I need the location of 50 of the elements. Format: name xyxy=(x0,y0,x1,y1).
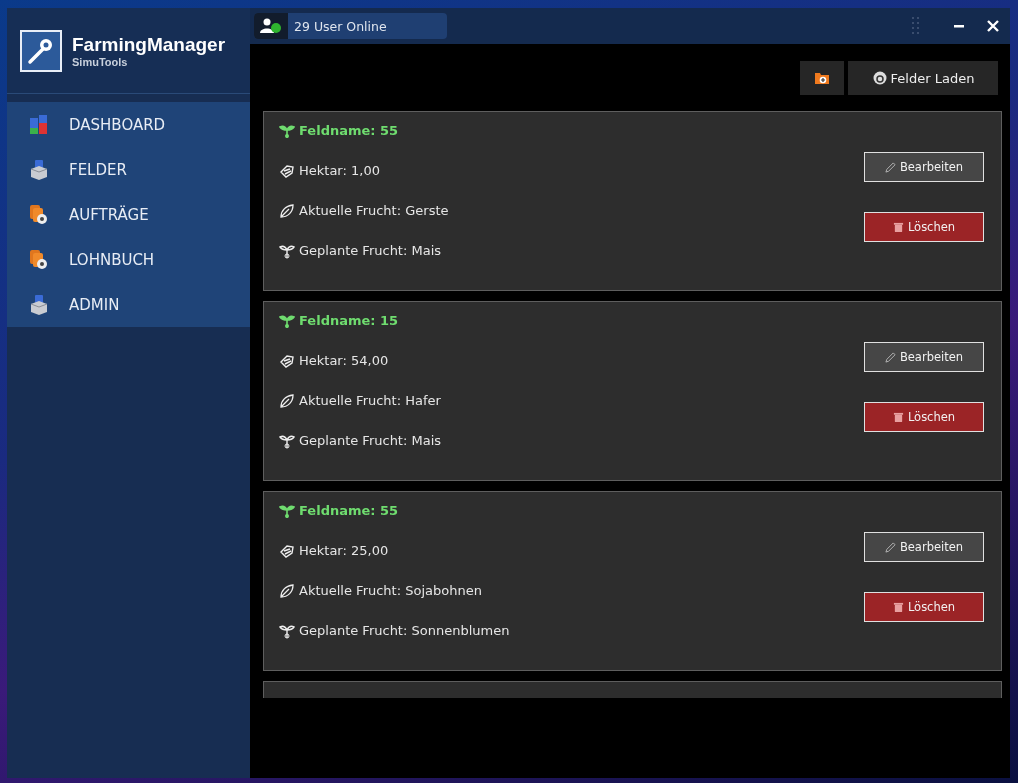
trash-icon xyxy=(892,601,904,613)
package-icon xyxy=(29,158,49,181)
delete-button[interactable]: Löschen xyxy=(864,402,984,432)
nav-item[interactable]: LOHNBUCH xyxy=(7,237,250,282)
trash-icon xyxy=(892,221,904,233)
pencil-icon xyxy=(884,351,896,363)
pencil-icon xyxy=(884,161,896,173)
pencil-icon xyxy=(884,541,896,553)
sprout-icon xyxy=(279,313,295,329)
field-detail: Aktuelle Frucht: Hafer xyxy=(299,393,441,408)
bar-chart-icon xyxy=(29,113,49,136)
online-users-badge: 29 User Online xyxy=(254,13,447,39)
add-folder-button[interactable] xyxy=(800,61,844,95)
sprout-icon xyxy=(279,123,295,139)
nav-item[interactable]: FELDER xyxy=(7,147,250,192)
wrench-gear-logo-icon xyxy=(20,29,62,72)
field-detail: Geplante Frucht: Sonnenblumen xyxy=(299,623,510,638)
edit-button[interactable]: Bearbeiten xyxy=(864,342,984,372)
folder-add-icon xyxy=(814,70,830,86)
field-detail: Geplante Frucht: Mais xyxy=(299,433,442,448)
nav-item[interactable]: AUFTRÄGE xyxy=(7,192,250,237)
edit-button[interactable]: Bearbeiten xyxy=(864,532,984,562)
field-detail: Aktuelle Frucht: Gerste xyxy=(299,203,449,218)
sprout-icon xyxy=(279,433,295,449)
field-detail: Hektar: 1,00 xyxy=(299,163,380,178)
document-stack-icon xyxy=(29,203,49,226)
close-icon xyxy=(987,20,999,32)
drag-handle-icon[interactable] xyxy=(912,17,920,35)
load-fields-button[interactable]: Felder Laden xyxy=(848,61,998,95)
app-subtitle: SimuTools xyxy=(72,55,129,68)
field-name: Feldname: 55 xyxy=(299,123,399,138)
sprout-icon xyxy=(279,623,295,639)
package-icon xyxy=(29,293,49,316)
sprout-icon xyxy=(279,243,295,259)
delete-button[interactable]: Löschen xyxy=(864,592,984,622)
app-name: FarmingManager xyxy=(72,33,226,56)
nav-item[interactable]: DASHBOARD xyxy=(7,102,250,147)
nav-item[interactable]: ADMIN xyxy=(7,282,250,327)
trash-icon xyxy=(892,411,904,423)
user-online-icon xyxy=(260,18,282,34)
field-detail: Geplante Frucht: Mais xyxy=(299,243,442,258)
field-detail: Aktuelle Frucht: Sojabohnen xyxy=(299,583,482,598)
field-detail: Hektar: 25,00 xyxy=(299,543,389,558)
field-detail: Hektar: 54,00 xyxy=(299,353,389,368)
sprout-icon xyxy=(279,503,295,519)
delete-button[interactable]: Löschen xyxy=(864,212,984,242)
field-name: Feldname: 55 xyxy=(299,503,399,518)
document-stack-icon xyxy=(29,248,49,271)
field-name: Feldname: 15 xyxy=(299,313,399,328)
edit-button[interactable]: Bearbeiten xyxy=(864,152,984,182)
